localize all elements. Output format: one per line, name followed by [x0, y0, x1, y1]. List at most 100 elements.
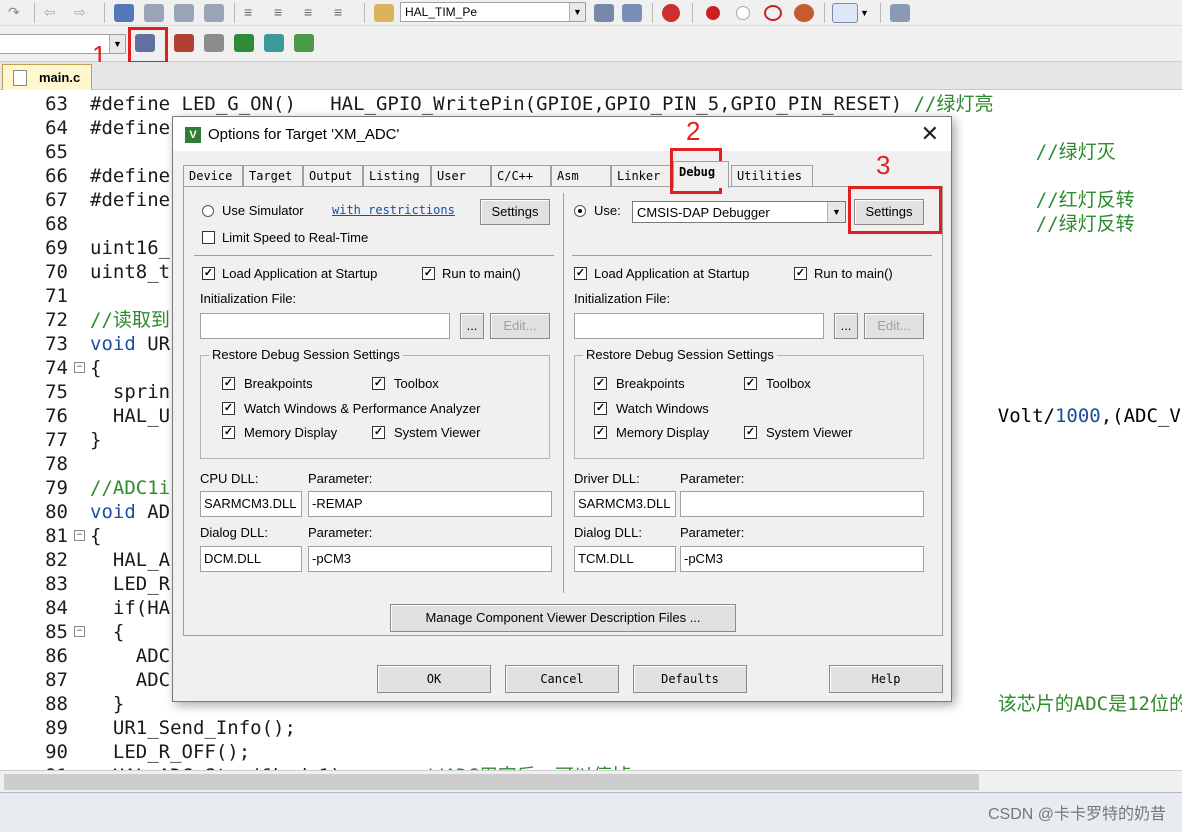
- breakpoint-kill-all-icon[interactable]: [794, 4, 814, 22]
- simulator-settings-button[interactable]: Settings: [480, 199, 550, 225]
- tab-output[interactable]: Output: [303, 165, 363, 187]
- bookmark-prev-icon[interactable]: [144, 4, 164, 22]
- indent-icon[interactable]: ≡: [244, 4, 264, 22]
- code-content: {: [90, 524, 101, 548]
- tab-c-cpp[interactable]: C/C++: [491, 165, 551, 187]
- cpu-param-field[interactable]: -REMAP: [308, 491, 552, 517]
- manage-project-items-icon[interactable]: [174, 34, 194, 52]
- cancel-button[interactable]: Cancel: [505, 665, 619, 693]
- pack-installer-icon[interactable]: [234, 34, 254, 52]
- debugger-select[interactable]: CMSIS-DAP Debugger ▼: [632, 201, 846, 223]
- unindent-icon[interactable]: ≡: [274, 4, 294, 22]
- defaults-button[interactable]: Defaults: [633, 665, 747, 693]
- build-target-combo[interactable]: ▼: [0, 34, 126, 54]
- line-number: 75: [45, 381, 68, 403]
- back-arrow-icon[interactable]: ⇦: [44, 4, 64, 22]
- edit-init-file-button[interactable]: Edit...: [864, 313, 924, 339]
- with-restrictions-link[interactable]: with restrictions: [332, 203, 455, 217]
- bookmark-clear-icon[interactable]: [204, 4, 224, 22]
- target-combo[interactable]: HAL_TIM_Pe ▼: [400, 2, 586, 22]
- browse-init-file-button[interactable]: ...: [460, 313, 484, 339]
- use-debugger-radio[interactable]: [574, 205, 586, 217]
- edit-init-file-button[interactable]: Edit...: [490, 313, 550, 339]
- close-icon[interactable]: ✕: [921, 121, 939, 147]
- dialog-dll-field[interactable]: TCM.DLL: [574, 546, 676, 572]
- scrollbar-thumb[interactable]: [4, 774, 979, 790]
- load-app-checkbox[interactable]: ✓: [574, 267, 587, 280]
- code-line[interactable]: 89 UR1_Send_Info();: [0, 716, 1182, 740]
- window-layout-chevron-icon[interactable]: ▼: [860, 4, 872, 22]
- code-keyword: void: [90, 501, 136, 523]
- bookmark-next-icon[interactable]: [174, 4, 194, 22]
- toolbox-checkbox[interactable]: ✓: [744, 377, 757, 390]
- load-app-checkbox[interactable]: ✓: [202, 267, 215, 280]
- code-line[interactable]: 63 #define LED_G_ON() HAL_GPIO_WritePin(G…: [0, 92, 1182, 116]
- cpu-dll-field[interactable]: SARMCM3.DLL: [200, 491, 302, 517]
- horizontal-scrollbar[interactable]: [0, 770, 1182, 792]
- tab-main-c[interactable]: main.c: [2, 64, 92, 90]
- tab-listing[interactable]: Listing: [363, 165, 431, 187]
- watch-windows-checkbox[interactable]: ✓: [594, 402, 607, 415]
- run-to-main-checkbox[interactable]: ✓: [422, 267, 435, 280]
- code-content: {: [90, 356, 101, 380]
- run-to-main-checkbox[interactable]: ✓: [794, 267, 807, 280]
- code-text: #define: [90, 117, 171, 139]
- fold-toggle-icon[interactable]: −: [74, 530, 85, 541]
- breakpoints-checkbox[interactable]: ✓: [594, 377, 607, 390]
- breakpoint-disable-all-icon[interactable]: [764, 5, 782, 21]
- chevron-down-icon[interactable]: ▼: [569, 3, 585, 21]
- dialog-dll-field[interactable]: DCM.DLL: [200, 546, 302, 572]
- dialog-param-field[interactable]: -pCM3: [308, 546, 552, 572]
- fold-toggle-icon[interactable]: −: [74, 626, 85, 637]
- debug-session-icon[interactable]: [662, 4, 680, 22]
- init-file-input[interactable]: [574, 313, 824, 339]
- tab-debug[interactable]: Debug: [673, 161, 729, 188]
- dialog-param-field[interactable]: -pCM3: [680, 546, 924, 572]
- find-in-files-icon[interactable]: [374, 4, 394, 22]
- tab-user[interactable]: User: [431, 165, 491, 187]
- comment-icon[interactable]: ≡: [304, 4, 324, 22]
- limit-speed-checkbox[interactable]: [202, 231, 215, 244]
- breakpoint-disable-icon[interactable]: [736, 6, 750, 20]
- editor-tab-bar: main.c: [0, 62, 1182, 90]
- tab-device[interactable]: Device: [183, 165, 243, 187]
- memory-display-checkbox[interactable]: ✓: [594, 426, 607, 439]
- select-packs-icon[interactable]: [204, 34, 224, 52]
- chevron-down-icon[interactable]: ▼: [109, 35, 125, 53]
- software-packs-icon[interactable]: [294, 34, 314, 52]
- chevron-down-icon[interactable]: ▼: [827, 202, 845, 222]
- driver-dll-field[interactable]: SARMCM3.DLL: [574, 491, 676, 517]
- toolbox-checkbox[interactable]: ✓: [372, 377, 385, 390]
- manage-rte-icon[interactable]: [264, 34, 284, 52]
- tab-linker[interactable]: Linker: [611, 165, 673, 187]
- find-icon[interactable]: [594, 4, 614, 22]
- breakpoint-insert-icon[interactable]: [706, 6, 720, 20]
- forward-arrow-icon[interactable]: ⇨: [74, 4, 94, 22]
- watch-windows-checkbox[interactable]: ✓: [222, 402, 235, 415]
- redo-icon[interactable]: ↷: [8, 4, 28, 22]
- configure-icon[interactable]: [890, 4, 910, 22]
- use-simulator-radio[interactable]: [202, 205, 214, 217]
- uncomment-icon[interactable]: ≡: [334, 4, 354, 22]
- driver-param-field[interactable]: [680, 491, 924, 517]
- init-file-input[interactable]: [200, 313, 450, 339]
- manage-component-viewer-button[interactable]: Manage Component Viewer Description File…: [390, 604, 736, 632]
- dialog-titlebar[interactable]: V Options for Target 'XM_ADC' ✕: [173, 117, 951, 151]
- incremental-find-icon[interactable]: [622, 4, 642, 22]
- fold-toggle-icon[interactable]: −: [74, 362, 85, 373]
- code-text: UR1_Send_Info();: [90, 717, 296, 739]
- system-viewer-checkbox[interactable]: ✓: [744, 426, 757, 439]
- tab-asm[interactable]: Asm: [551, 165, 611, 187]
- system-viewer-checkbox[interactable]: ✓: [372, 426, 385, 439]
- window-layout-icon[interactable]: [832, 3, 858, 23]
- watch-windows-label: Watch Windows: [616, 401, 709, 416]
- tab-target[interactable]: Target: [243, 165, 303, 187]
- tab-utilities[interactable]: Utilities: [731, 165, 813, 187]
- breakpoints-checkbox[interactable]: ✓: [222, 377, 235, 390]
- bookmark-icon[interactable]: [114, 4, 134, 22]
- browse-init-file-button[interactable]: ...: [834, 313, 858, 339]
- code-line[interactable]: 90 LED_R_OFF();: [0, 740, 1182, 764]
- memory-display-checkbox[interactable]: ✓: [222, 426, 235, 439]
- ok-button[interactable]: OK: [377, 665, 491, 693]
- help-button[interactable]: Help: [829, 665, 943, 693]
